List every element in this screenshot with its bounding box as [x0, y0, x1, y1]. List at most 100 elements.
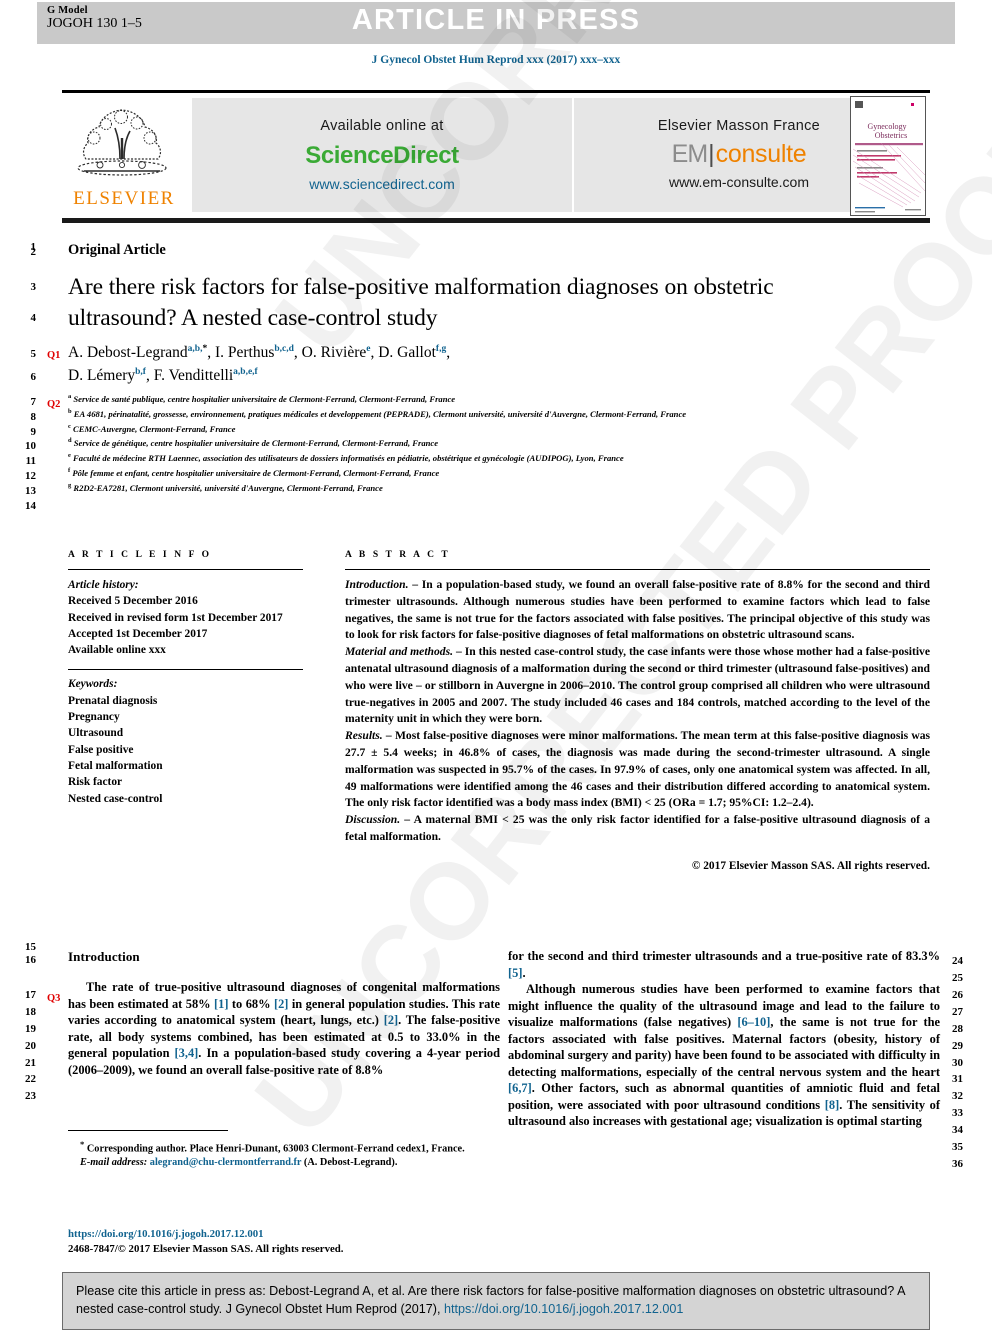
affiliation-item: b EA 4681, périnatalité, grossesse, envi…	[68, 407, 928, 422]
abstract-section: Material and methods. – In this nested c…	[345, 644, 930, 728]
line-number: 27	[952, 1006, 963, 1018]
affiliation-text: R2D2-EA7281, Clermont université, univer…	[73, 482, 383, 493]
abstract-dash: –	[408, 578, 422, 591]
line-number: 9	[30, 426, 37, 438]
affiliation-text: Service de génétique, centre hospitalier…	[73, 438, 439, 449]
issn-copyright-line: 2468-7847/© 2017 Elsevier Masson SAS. Al…	[68, 1243, 344, 1256]
em-wordmark-divider: |	[708, 140, 715, 168]
abstract-section: Introduction. – In a population-based st…	[345, 577, 930, 644]
author-name: , O. Rivière	[293, 344, 367, 361]
keyword-item[interactable]: Prenatal diagnosis	[68, 693, 303, 709]
keyword-item[interactable]: Ultrasound	[68, 725, 303, 741]
line-number: 14	[25, 500, 36, 512]
abstract-heading: A B S T R A C T	[345, 550, 451, 560]
line-number: 2	[30, 246, 37, 258]
email-link[interactable]: alegrand@chu-clermontferrand.fr	[150, 1157, 302, 1168]
author-name: A. Debost-Legrand	[68, 344, 188, 361]
line-number: 21	[25, 1057, 36, 1069]
affiliation-marker: e	[68, 452, 71, 460]
article-info-panel: A R T I C L E I N F O Article history: R…	[68, 550, 303, 807]
keyword-item[interactable]: Risk factor	[68, 774, 303, 790]
affiliation-item: e Faculté de médecine RTH Laennec, assoc…	[68, 451, 928, 466]
paragraph: for the second and third trimester ultra…	[508, 948, 940, 981]
history-item: Received 5 December 2016	[68, 595, 198, 608]
author-name: , D. Gallot	[370, 344, 436, 361]
author-affil-marker[interactable]: b,f	[135, 367, 146, 377]
journal-citation-line: J Gynecol Obstet Hum Reprod xxx (2017) x…	[371, 54, 621, 66]
cite-this-article-box: Please cite this article in press as: De…	[62, 1272, 930, 1330]
masthead-bottom-rule	[62, 218, 930, 223]
body-column-left: Introduction The rate of true-positive u…	[68, 948, 500, 1078]
citation-ref[interactable]: [5]	[508, 966, 522, 980]
author-line-break: ,	[446, 344, 451, 361]
keyword-item[interactable]: Pregnancy	[68, 709, 303, 725]
abstract-section-label: Discussion.	[345, 813, 401, 827]
abstract-section-text: A maternal BMI < 25 was the only risk fa…	[345, 813, 930, 843]
affiliation-marker: a	[68, 393, 72, 400]
affiliation-marker: f	[68, 466, 71, 474]
sciencedirect-wordmark: ScienceDirect	[305, 142, 459, 169]
article-history-block: Article history: Received 5 December 201…	[68, 577, 303, 658]
keyword-item[interactable]: False positive	[68, 742, 303, 758]
abstract-section-text: Most false-positive diagnoses were minor…	[345, 729, 930, 810]
article-history-label: Article history:	[68, 579, 139, 591]
line-number: 18	[25, 1006, 36, 1018]
history-item: Accepted 1st December 2017	[68, 627, 208, 640]
citation-ref[interactable]: [6–10]	[737, 1015, 770, 1029]
abstract-section: Results. – Most false-positive diagnoses…	[345, 728, 930, 812]
line-number: 28	[952, 1023, 963, 1035]
body-column-right: for the second and third trimester ultra…	[508, 948, 940, 1130]
section-heading-introduction: Introduction	[68, 949, 140, 964]
journal-cover-thumbnail[interactable]: Gynecology Obstetrics	[850, 96, 926, 216]
masthead: ELSEVIER Available online at ScienceDire…	[62, 96, 930, 216]
affiliation-marker: c	[68, 422, 71, 430]
citation-ref[interactable]: [2]	[274, 997, 288, 1011]
affiliation-text: Service de santé publique, centre hospit…	[73, 393, 456, 404]
author-name: , I. Perthus	[207, 344, 275, 361]
citation-ref[interactable]: [6,7]	[508, 1081, 532, 1095]
article-in-press-banner: ARTICLE IN PRESS	[351, 4, 641, 36]
citation-ref[interactable]: [2]	[384, 1013, 398, 1027]
line-number: 12	[25, 470, 36, 482]
line-number: 11	[25, 455, 36, 467]
journal-cover-image: Gynecology Obstetrics	[851, 97, 925, 215]
line-number: 5	[30, 348, 37, 360]
cite-doi-link[interactable]: https://doi.org/10.1016/j.jogoh.2017.12.…	[444, 1302, 683, 1316]
line-number: 29	[952, 1040, 963, 1052]
line-number: 19	[25, 1023, 36, 1035]
affiliation-item: c CEMC-Auvergne, Clermont-Ferrand, Franc…	[68, 422, 928, 437]
author-affil-marker[interactable]: b,c,d	[274, 344, 294, 354]
line-number: 25	[952, 972, 963, 984]
paragraph: The rate of true-positive ultrasound dia…	[68, 979, 500, 1078]
sciencedirect-banner[interactable]: Available online at ScienceDirect www.sc…	[192, 98, 572, 212]
line-number: 17	[25, 989, 36, 1001]
author-list: A. Debost-Legranda,b,*, I. Perthusb,c,d,…	[68, 341, 888, 388]
available-online-label: Available online at	[320, 118, 444, 134]
query-marker-q3[interactable]: Q3	[47, 993, 60, 1004]
line-number: 36	[952, 1158, 963, 1170]
email-owner: (A. Debost-Legrand).	[301, 1157, 398, 1169]
query-marker-q1[interactable]: Q1	[47, 350, 60, 361]
doi-block: https://doi.org/10.1016/j.jogoh.2017.12.…	[68, 1227, 498, 1258]
keyword-item[interactable]: Nested case-control	[68, 791, 303, 807]
doi-link[interactable]: https://doi.org/10.1016/j.jogoh.2017.12.…	[68, 1227, 498, 1242]
author-affil-marker[interactable]: f,g	[436, 344, 446, 354]
paragraph: Although numerous studies have been perf…	[508, 981, 940, 1130]
author-affil-marker[interactable]: a,b,	[188, 344, 203, 354]
line-number: 31	[952, 1073, 963, 1085]
author-affil-marker[interactable]: a,b,e,f	[233, 367, 258, 377]
article-info-heading: A R T I C L E I N F O	[68, 550, 212, 560]
page-title: Are there risk factors for false-positiv…	[68, 274, 774, 332]
citation-ref[interactable]: [3,4]	[175, 1046, 199, 1060]
query-marker-q2[interactable]: Q2	[47, 399, 60, 410]
citation-ref[interactable]: [1]	[214, 997, 228, 1011]
line-number: 32	[952, 1090, 963, 1102]
svg-text:Obstetrics: Obstetrics	[875, 131, 907, 140]
keywords-label: Keywords:	[68, 678, 118, 691]
keyword-item[interactable]: Fetal malformation	[68, 758, 303, 774]
line-number: 23	[25, 1090, 36, 1102]
affiliation-marker: b	[68, 407, 72, 415]
sciencedirect-url[interactable]: www.sciencedirect.com	[192, 176, 572, 192]
citation-ref[interactable]: [8]	[825, 1098, 839, 1112]
em-wordmark-part1: EM	[671, 140, 708, 168]
